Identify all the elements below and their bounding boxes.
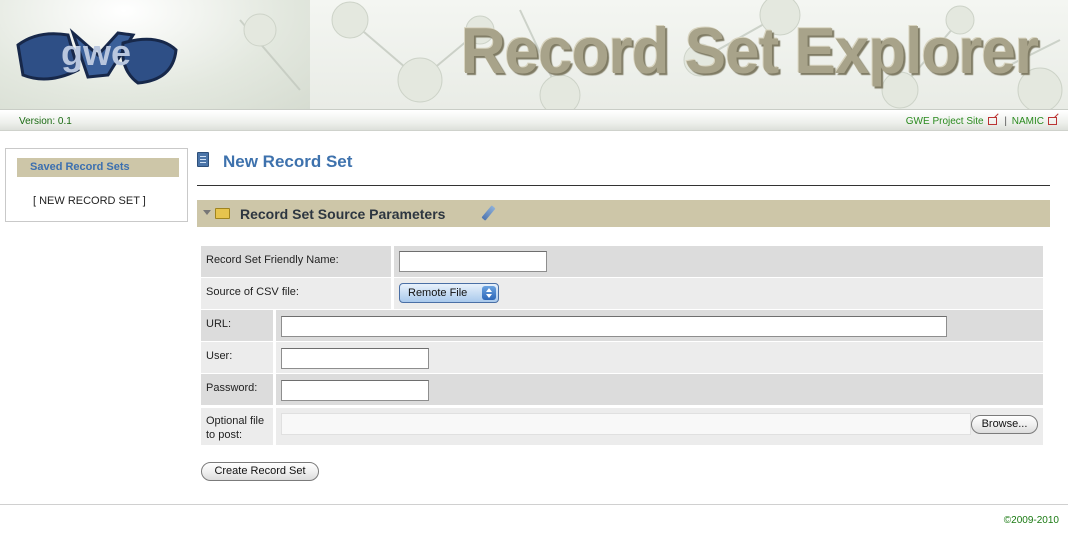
column-divider xyxy=(273,374,276,405)
create-record-set-button[interactable]: Create Record Set xyxy=(201,462,319,481)
external-link-icon xyxy=(987,117,997,125)
user-input[interactable] xyxy=(281,348,429,369)
link-separator: | xyxy=(1004,116,1007,127)
select-arrows-icon xyxy=(482,286,496,300)
section-header[interactable]: Record Set Source Parameters xyxy=(197,200,1050,227)
version-info: Version: 0.1 xyxy=(19,116,72,127)
edit-pencil-icon[interactable] xyxy=(481,205,496,221)
top-links: GWE Project Site | NAMIC xyxy=(906,116,1060,127)
form-row-url: URL: xyxy=(201,310,1043,341)
sidebar-heading: Saved Record Sets xyxy=(17,158,179,177)
version-bar: Version: 0.1 GWE Project Site | NAMIC xyxy=(0,111,1068,131)
title-divider xyxy=(197,185,1050,186)
footer-divider xyxy=(0,504,1068,505)
copyright: ©2009-2010 xyxy=(1003,515,1059,526)
password-label: Password: xyxy=(206,382,258,394)
external-link-icon xyxy=(1048,117,1057,125)
form-row-friendly-name: Record Set Friendly Name: xyxy=(201,246,1043,277)
column-divider xyxy=(391,278,394,309)
sidebar: Saved Record Sets [ NEW RECORD SET ] xyxy=(5,148,188,222)
url-input[interactable] xyxy=(281,316,947,337)
friendly-name-input[interactable] xyxy=(399,251,547,272)
document-icon xyxy=(197,152,209,167)
version-label: Version: xyxy=(19,116,56,127)
source-select[interactable]: Remote File xyxy=(399,283,499,303)
column-divider xyxy=(391,246,394,277)
form-row-user: User: xyxy=(201,342,1043,373)
friendly-name-label: Record Set Friendly Name: xyxy=(206,254,339,266)
form-row-optional-file: Optional file to post: Browse... xyxy=(201,408,1043,445)
file-path-field[interactable] xyxy=(281,413,971,435)
namic-link[interactable]: NAMIC xyxy=(1012,116,1044,127)
optional-file-label-line1: Optional file xyxy=(206,415,265,427)
version-value: 0.1 xyxy=(57,116,72,127)
user-label: User: xyxy=(206,350,233,362)
header-banner: gwe Record Set Explorer xyxy=(0,0,1068,110)
url-label: URL: xyxy=(206,318,232,330)
form-row-password: Password: xyxy=(201,374,1043,405)
column-divider xyxy=(273,408,276,445)
source-select-value: Remote File xyxy=(408,287,468,299)
password-input[interactable] xyxy=(281,380,429,401)
page-title: New Record Set xyxy=(223,152,353,171)
column-divider xyxy=(273,342,276,373)
browse-button[interactable]: Browse... xyxy=(971,415,1038,434)
optional-file-label: Optional file to post: xyxy=(206,414,264,442)
form-row-source: Source of CSV file: Remote File xyxy=(201,278,1043,309)
folder-open-icon xyxy=(215,208,230,219)
sidebar-item-new-record-set[interactable]: [ NEW RECORD SET ] xyxy=(33,195,146,207)
optional-file-label-line2: to post: xyxy=(206,429,243,441)
gwe-project-site-link[interactable]: GWE Project Site xyxy=(906,116,984,127)
source-label: Source of CSV file: xyxy=(206,286,299,298)
section-title: Record Set Source Parameters xyxy=(240,206,446,222)
column-divider xyxy=(273,310,276,341)
app-title: Record Set Explorer xyxy=(460,15,1039,88)
collapse-triangle-icon[interactable] xyxy=(203,210,211,215)
